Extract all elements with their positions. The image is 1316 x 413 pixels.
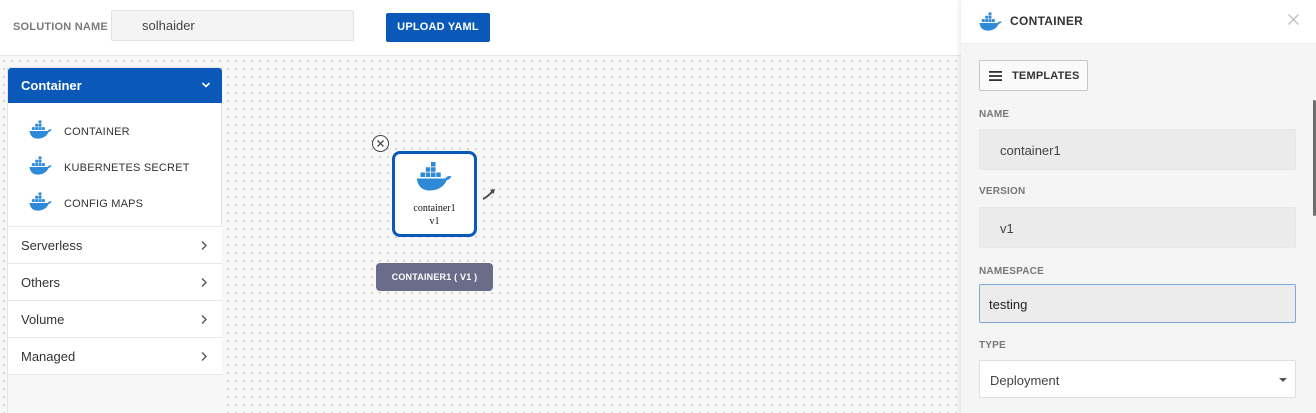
top-bar: SOLUTION NAME solhaider UPLOAD YAML (0, 0, 961, 56)
chevron-right-icon (201, 352, 207, 361)
palette-header-title: Container (21, 78, 82, 93)
palette-item-label: KUBERNETES SECRET (64, 162, 190, 174)
node-version: v1 (429, 216, 440, 227)
templates-button[interactable]: TEMPLATES (979, 60, 1088, 91)
type-label: TYPE (979, 340, 1006, 351)
palette-group-serverless[interactable]: Serverless (8, 226, 222, 263)
templates-label: TEMPLATES (1012, 70, 1080, 82)
palette-item-label: CONTAINER (64, 126, 130, 138)
palette-empty-area (8, 374, 222, 413)
properties-panel: CONTAINER TEMPLATES NAME container1 VERS… (961, 0, 1316, 413)
chevron-right-icon (201, 241, 207, 250)
panel-title: CONTAINER (1010, 14, 1084, 28)
palette-group-others[interactable]: Others (8, 263, 222, 300)
menu-icon (989, 71, 1002, 81)
solution-name-input[interactable]: solhaider (111, 10, 354, 41)
close-icon (377, 140, 384, 147)
node-delete-button[interactable] (372, 135, 389, 152)
close-icon[interactable] (1287, 13, 1300, 26)
palette-group-label: Managed (21, 349, 76, 364)
type-select[interactable]: Deployment (979, 360, 1296, 398)
docker-icon (29, 156, 52, 176)
type-select-value: Deployment (990, 373, 1060, 388)
chevron-right-icon (201, 278, 207, 287)
chevron-down-icon (201, 82, 211, 88)
palette-group-label: Serverless (21, 238, 83, 253)
namespace-label: NAMESPACE (979, 266, 1044, 277)
namespace-field[interactable]: testing (979, 284, 1296, 323)
docker-icon (29, 192, 52, 212)
version-field[interactable]: v1 (979, 207, 1296, 248)
panel-header: CONTAINER (961, 0, 1316, 44)
node-name: container1 (413, 203, 456, 214)
caret-down-icon (1279, 378, 1287, 382)
palette-group-label: Others (21, 275, 61, 290)
palette-item-config-maps[interactable]: CONFIG MAPS (8, 185, 221, 221)
palette-item-label: CONFIG MAPS (64, 198, 144, 210)
name-field[interactable]: container1 (979, 129, 1296, 170)
palette-group-label: Volume (21, 312, 65, 327)
upload-yaml-button[interactable]: UPLOAD YAML (386, 13, 490, 42)
palette-group-volume[interactable]: Volume (8, 300, 222, 337)
solution-name-label: SOLUTION NAME (13, 21, 108, 33)
docker-icon (415, 162, 453, 192)
component-palette: Container CONTAINER KUBERNETES SECRET CO… (7, 67, 222, 413)
docker-icon (979, 12, 1002, 32)
version-label: VERSION (979, 186, 1026, 197)
palette-group-managed[interactable]: Managed (8, 337, 222, 374)
name-label: NAME (979, 109, 1010, 120)
chevron-right-icon (201, 315, 207, 324)
connect-arrow-icon[interactable] (481, 187, 499, 201)
container-node[interactable]: container1 v1 (392, 151, 477, 237)
node-tag-label[interactable]: CONTAINER1 ( V1 ) (376, 263, 493, 291)
docker-icon (29, 120, 52, 140)
palette-item-kubernetes-secret[interactable]: KUBERNETES SECRET (8, 149, 221, 185)
palette-item-container[interactable]: CONTAINER (8, 113, 221, 149)
palette-header-container[interactable]: Container (8, 68, 222, 103)
